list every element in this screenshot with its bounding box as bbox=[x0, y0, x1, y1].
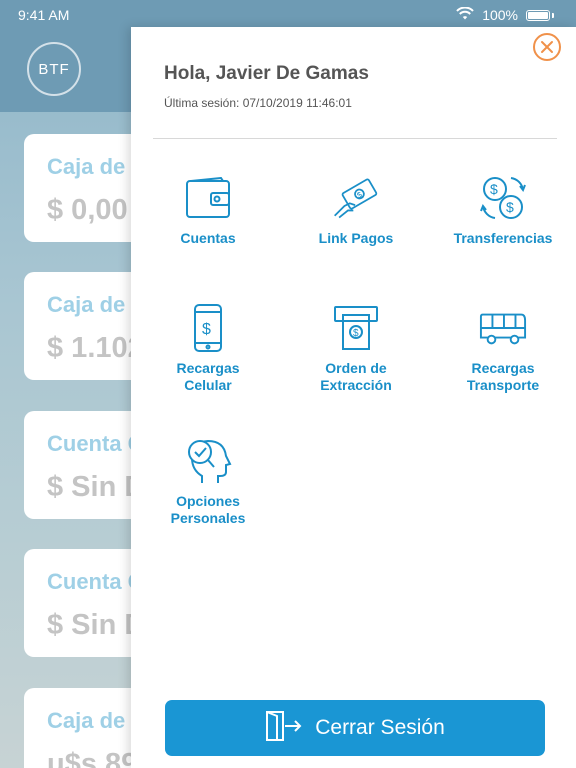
side-drawer: Hola, Javier De Gamas Última sesión: 07/… bbox=[131, 27, 576, 768]
status-time: 9:41 AM bbox=[18, 7, 70, 23]
cash-payment-icon: $ bbox=[332, 174, 380, 222]
menu-item-orden-extraccion[interactable]: $ Orden de Extracción bbox=[286, 304, 426, 394]
divider bbox=[153, 138, 557, 139]
close-button[interactable] bbox=[533, 33, 561, 61]
logout-label: Cerrar Sesión bbox=[315, 716, 445, 739]
menu-label: Recargas Transporte bbox=[466, 360, 540, 393]
last-session: Última sesión: 07/10/2019 11:46:01 bbox=[164, 96, 352, 110]
menu-item-opciones-personales[interactable]: Opciones Personales bbox=[138, 437, 278, 527]
battery-percent: 100% bbox=[482, 7, 518, 23]
wallet-icon bbox=[184, 174, 232, 222]
svg-text:$: $ bbox=[490, 181, 498, 197]
svg-text:$: $ bbox=[506, 199, 514, 215]
menu-item-cuentas[interactable]: Cuentas bbox=[138, 174, 278, 247]
bus-icon bbox=[479, 304, 527, 352]
menu-label: Transferencias bbox=[453, 230, 553, 246]
status-indicators: 100% bbox=[456, 6, 554, 23]
menu-item-recargas-transporte[interactable]: Recargas Transporte bbox=[433, 304, 573, 394]
logout-button[interactable]: Cerrar Sesión bbox=[165, 700, 545, 756]
svg-text:$: $ bbox=[202, 321, 211, 338]
wifi-icon bbox=[456, 6, 474, 23]
close-icon bbox=[541, 41, 553, 53]
greeting: Hola, Javier De Gamas bbox=[164, 63, 369, 84]
menu-label: Cuentas bbox=[180, 230, 236, 246]
menu-label: Orden de Extracción bbox=[320, 360, 392, 393]
transfer-icon: $ $ bbox=[479, 174, 527, 222]
logout-icon bbox=[265, 710, 303, 747]
personal-settings-icon bbox=[184, 437, 232, 485]
menu-item-transferencias[interactable]: $ $ Transferencias bbox=[433, 174, 573, 247]
menu-label: Recargas Celular bbox=[176, 360, 240, 393]
battery-icon bbox=[526, 9, 550, 21]
menu-item-recargas-celular[interactable]: $ Recargas Celular bbox=[138, 304, 278, 394]
bank-logo: BTF bbox=[27, 42, 81, 96]
menu-item-link-pagos[interactable]: $ Link Pagos bbox=[286, 174, 426, 247]
atm-icon: $ bbox=[332, 304, 380, 352]
phone-recharge-icon: $ bbox=[184, 304, 232, 352]
menu-label: Opciones Personales bbox=[170, 493, 246, 526]
menu-label: Link Pagos bbox=[318, 230, 394, 246]
battery-tip bbox=[552, 12, 554, 18]
status-bar: 9:41 AM 100% bbox=[0, 0, 576, 30]
svg-text:$: $ bbox=[353, 328, 359, 339]
